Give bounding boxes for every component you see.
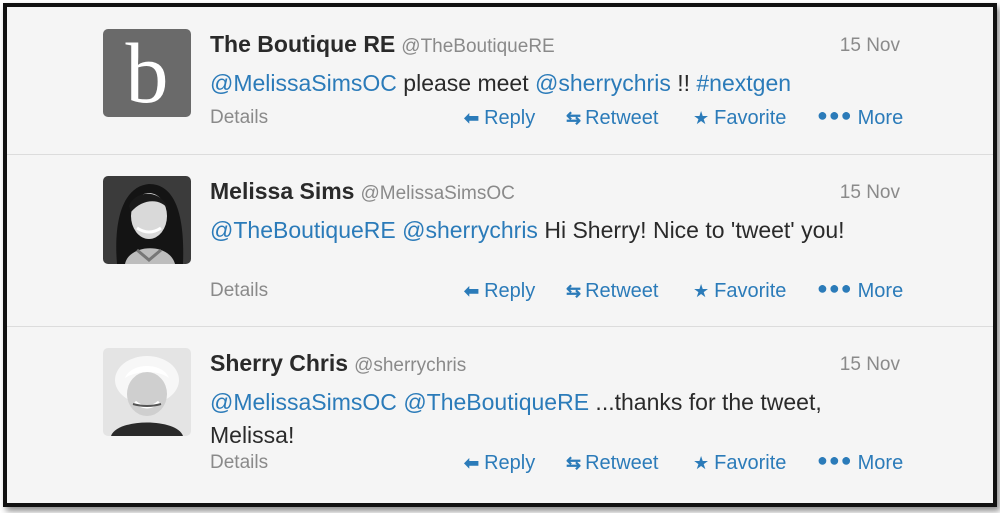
- avatar-letter: b: [126, 29, 169, 117]
- mention-link[interactable]: @MelissaSimsOC: [210, 389, 397, 415]
- user-handle[interactable]: @sherrychris: [354, 355, 466, 376]
- tweet-header: Sherry Chris @sherrychris 15 Nov: [210, 350, 900, 380]
- tweet-timestamp[interactable]: 15 Nov: [840, 182, 900, 204]
- reply-arrow-icon: ⬅: [464, 108, 480, 128]
- favorite-label: Favorite: [714, 107, 787, 129]
- more-label: More: [857, 452, 904, 474]
- star-icon: ★: [693, 453, 710, 473]
- favorite-label: Favorite: [714, 452, 787, 474]
- retweet-button[interactable]: ⇆ Retweet: [566, 107, 658, 130]
- mention-link[interactable]: @sherrychris: [535, 70, 671, 96]
- ellipsis-icon: ●●●: [817, 105, 853, 125]
- user-name[interactable]: Melissa Sims: [210, 178, 354, 204]
- melissa-avatar-photo: [103, 176, 191, 264]
- sherry-avatar-photo: [103, 348, 191, 436]
- user-name[interactable]: The Boutique RE: [210, 31, 395, 57]
- retweet-label: Retweet: [585, 107, 659, 129]
- retweet-button[interactable]: ⇆ Retweet: [566, 280, 658, 303]
- favorite-button[interactable]: ★ Favorite: [693, 280, 786, 303]
- tweet-text: @MelissaSimsOC please meet @sherrychris …: [210, 67, 900, 100]
- boutique-logo-avatar: b: [103, 29, 191, 117]
- avatar[interactable]: b: [103, 29, 191, 117]
- reply-label: Reply: [484, 280, 536, 302]
- ellipsis-icon: ●●●: [817, 450, 853, 470]
- tweet-text: @MelissaSimsOC @TheBoutiqueRE ...thanks …: [210, 386, 900, 452]
- retweet-icon: ⇆: [566, 453, 581, 473]
- tweet-item: Sherry Chris @sherrychris 15 Nov @Melissa…: [7, 326, 993, 503]
- star-icon: ★: [693, 108, 710, 128]
- favorite-label: Favorite: [714, 280, 787, 302]
- reply-label: Reply: [484, 452, 536, 474]
- tweet-timestamp[interactable]: 15 Nov: [840, 354, 900, 376]
- tweet-text: @TheBoutiqueRE @sherrychris Hi Sherry! N…: [210, 214, 900, 247]
- more-button[interactable]: ●●● More: [817, 450, 904, 475]
- reply-button[interactable]: ⬅ Reply: [464, 452, 535, 475]
- tweet-timestamp[interactable]: 15 Nov: [840, 35, 900, 57]
- tweet-actions: Details ⬅ Reply ⇆ Retweet ★ Favorite ●●● Mor…: [210, 105, 904, 135]
- tweet-item: Melissa Sims @MelissaSimsOC 15 Nov @TheBo…: [7, 154, 993, 327]
- details-link[interactable]: Details: [210, 107, 268, 129]
- ellipsis-icon: ●●●: [817, 278, 853, 298]
- tweet-header: Melissa Sims @MelissaSimsOC 15 Nov: [210, 178, 900, 208]
- reply-label: Reply: [484, 107, 536, 129]
- details-link[interactable]: Details: [210, 452, 268, 474]
- retweet-label: Retweet: [585, 452, 659, 474]
- tweet-actions: Details ⬅ Reply ⇆ Retweet ★ Favorite ●●● Mor…: [210, 450, 904, 480]
- mention-link[interactable]: @sherrychris: [402, 217, 538, 243]
- mention-link[interactable]: @TheBoutiqueRE: [403, 389, 589, 415]
- retweet-icon: ⇆: [566, 108, 581, 128]
- retweet-icon: ⇆: [566, 281, 581, 301]
- avatar[interactable]: [103, 348, 191, 436]
- reply-arrow-icon: ⬅: [464, 281, 480, 301]
- more-button[interactable]: ●●● More: [817, 278, 904, 303]
- reply-button[interactable]: ⬅ Reply: [464, 107, 535, 130]
- favorite-button[interactable]: ★ Favorite: [693, 107, 786, 130]
- hashtag-link[interactable]: #nextgen: [696, 70, 791, 96]
- retweet-label: Retweet: [585, 280, 659, 302]
- mention-link[interactable]: @MelissaSimsOC: [210, 70, 397, 96]
- user-name[interactable]: Sherry Chris: [210, 350, 348, 376]
- tweet-text-segment: please meet: [396, 70, 536, 96]
- user-handle[interactable]: @MelissaSimsOC: [360, 183, 514, 204]
- user-handle[interactable]: @TheBoutiqueRE: [401, 36, 554, 57]
- tweet-text-segment: !!: [670, 70, 697, 96]
- more-label: More: [857, 280, 904, 302]
- details-link[interactable]: Details: [210, 280, 268, 302]
- more-button[interactable]: ●●● More: [817, 105, 904, 130]
- tweet-header: The Boutique RE @TheBoutiqueRE 15 Nov: [210, 31, 900, 61]
- favorite-button[interactable]: ★ Favorite: [693, 452, 786, 475]
- reply-arrow-icon: ⬅: [464, 453, 480, 473]
- avatar[interactable]: [103, 176, 191, 264]
- tweet-timeline: b The Boutique RE @TheBoutiqueRE 15 Nov @…: [3, 3, 997, 507]
- star-icon: ★: [693, 281, 710, 301]
- more-label: More: [857, 107, 904, 129]
- mention-link[interactable]: @TheBoutiqueRE: [210, 217, 396, 243]
- tweet-item: b The Boutique RE @TheBoutiqueRE 15 Nov @…: [7, 7, 993, 155]
- retweet-button[interactable]: ⇆ Retweet: [566, 452, 658, 475]
- reply-button[interactable]: ⬅ Reply: [464, 280, 535, 303]
- tweet-text-segment: Hi Sherry! Nice to 'tweet' you!: [537, 217, 845, 243]
- tweet-actions: Details ⬅ Reply ⇆ Retweet ★ Favorite ●●● Mor…: [210, 278, 904, 308]
